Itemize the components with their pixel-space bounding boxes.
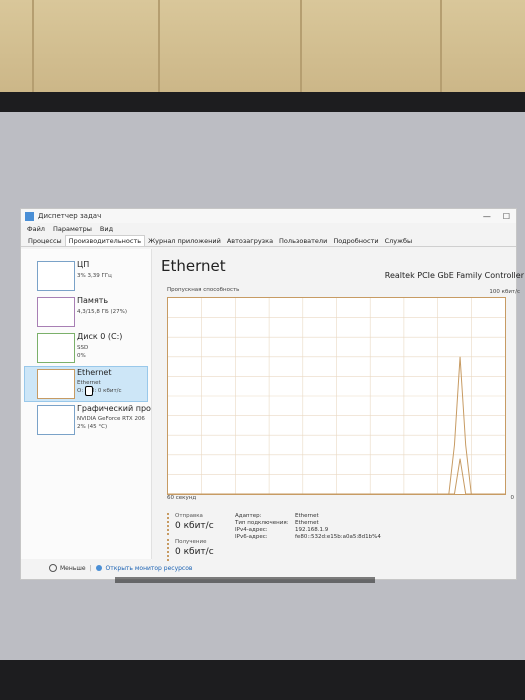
receive-value: 0 кбит/с <box>175 547 214 557</box>
tab-details[interactable]: Подробности <box>330 236 381 246</box>
tab-app-history[interactable]: Журнал приложений <box>145 236 224 246</box>
title-bar[interactable]: Диспетчер задач — ☐ <box>21 209 516 223</box>
sidebar-item-cpu[interactable]: ЦП 3% 3,39 ГГц <box>25 259 147 293</box>
sidebar-item-label: Графический про <box>77 404 151 413</box>
sidebar-item-detail: NVIDIA GeForce RTX 206 <box>77 416 145 422</box>
collapse-icon[interactable] <box>49 564 57 572</box>
ethernet-mini-graph <box>37 369 75 399</box>
sidebar-item-disk[interactable]: Диск 0 (C:) SSD 0% <box>25 331 147 365</box>
sidebar-item-label: ЦП <box>77 260 90 269</box>
mouse-cursor-icon <box>85 386 93 396</box>
disk-mini-graph <box>37 333 75 363</box>
sidebar-item-detail: SSD <box>77 345 89 351</box>
window-title: Диспетчер задач <box>38 212 102 220</box>
detail-value: Ethernet <box>295 520 319 526</box>
footer-separator: | <box>89 564 92 572</box>
tab-performance[interactable]: Производительность <box>64 235 146 246</box>
tab-bar: Процессы Производительность Журнал прило… <box>21 234 516 247</box>
adapter-name: Realtek PCIe GbE Family Controller <box>384 271 524 280</box>
receive-indicator <box>167 539 171 561</box>
minimize-button[interactable]: — <box>483 212 491 221</box>
send-indicator <box>167 513 171 535</box>
open-resource-monitor-link[interactable]: Открыть монитор ресурсов <box>106 565 193 572</box>
maximize-button[interactable]: ☐ <box>503 212 510 221</box>
sidebar-item-label: Диск 0 (C:) <box>77 332 123 341</box>
sidebar-item-detail: 3% 3,39 ГГц <box>77 273 112 279</box>
menu-view[interactable]: Вид <box>100 225 113 233</box>
gpu-mini-graph <box>37 405 75 435</box>
sidebar-item-detail: 4,3/15,8 ГБ (27%) <box>77 309 127 315</box>
detail-key: IPv4-адрес: <box>235 527 268 533</box>
graph-zero-label: 0 <box>510 495 515 501</box>
graph-time-label: 60 секунд <box>167 495 197 501</box>
resource-monitor-icon <box>95 565 102 571</box>
send-label: Отправка <box>175 513 203 519</box>
task-manager-icon <box>25 211 34 221</box>
tab-services[interactable]: Службы <box>382 236 416 246</box>
sidebar-item-gpu[interactable]: Графический про NVIDIA GeForce RTX 206 2… <box>25 403 151 437</box>
footer-bar: Меньше | Открыть монитор ресурсов <box>21 561 516 575</box>
task-manager-window: Диспетчер задач — ☐ Файл Параметры Вид П… <box>20 208 524 580</box>
tab-users[interactable]: Пользователи <box>276 236 330 246</box>
sidebar-item-label: Память <box>77 296 109 305</box>
detail-value: fe80::532d:e15b:a0a5:8d1b%4 <box>295 534 381 540</box>
sidebar-item-memory[interactable]: Память 4,3/15,8 ГБ (27%) <box>25 295 147 329</box>
detail-key: Адаптер: <box>235 513 262 519</box>
fewer-details-link[interactable]: Меньше <box>60 565 86 572</box>
sidebar-item-detail-2: 0% <box>77 353 86 359</box>
receive-label: Получение <box>175 539 207 545</box>
cpu-mini-graph <box>37 261 75 291</box>
menu-bar: Файл Параметры Вид <box>21 223 516 234</box>
sidebar-item-label: Ethernet <box>77 368 112 377</box>
menu-file[interactable]: Файл <box>27 225 45 233</box>
taskbar-shadow <box>115 577 375 583</box>
detail-value: Ethernet <box>295 513 319 519</box>
sidebar-item-ethernet[interactable]: Ethernet Ethernet О: 0 П: 0 кбит/с <box>24 366 148 402</box>
sidebar-item-detail-2: 2% (45 °C) <box>77 424 108 430</box>
performance-panel: Ethernet Realtek PCIe GbE Family Control… <box>161 257 524 561</box>
memory-mini-graph <box>37 297 75 327</box>
detail-key: Тип подключения: <box>235 520 289 526</box>
tab-processes[interactable]: Процессы <box>25 236 65 246</box>
send-value: 0 кбит/с <box>175 521 214 531</box>
resource-sidebar: ЦП 3% 3,39 ГГц Память 4,3/15,8 ГБ (27%) … <box>21 249 152 559</box>
graph-label: Пропускная способность <box>167 287 240 293</box>
throughput-chart <box>168 298 505 494</box>
detail-key: IPv6-адрес: <box>235 534 268 540</box>
throughput-graph <box>167 297 506 495</box>
menu-options[interactable]: Параметры <box>53 225 92 233</box>
detail-value: 192.168.1.9 <box>295 527 329 533</box>
tab-startup[interactable]: Автозагрузка <box>224 236 276 246</box>
sidebar-item-detail-2: О: 0 П: 0 кбит/с <box>77 388 122 394</box>
graph-max-label: 100 кбит/с <box>489 289 520 295</box>
